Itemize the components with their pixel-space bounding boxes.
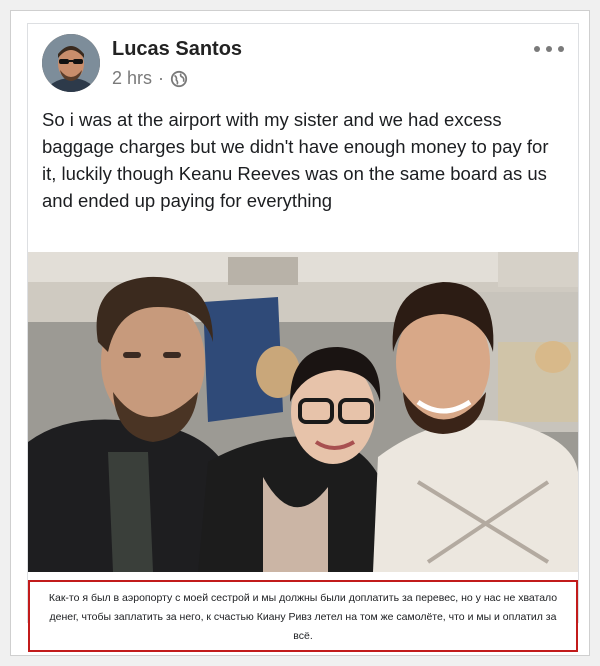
globe-icon[interactable] [170,70,188,88]
post-meta: 2 hrs · [112,68,188,89]
author-avatar[interactable] [42,34,100,92]
screenshot-frame: Lucas Santos 2 hrs · So i was at the air… [10,10,590,656]
post-text: So i was at the airport with my sister a… [42,109,549,211]
meta-separator: · [158,68,165,88]
airplane-cabin-photo [28,252,578,572]
more-options-icon[interactable] [534,42,564,56]
facebook-post: Lucas Santos 2 hrs · So i was at the air… [27,23,579,652]
author-name[interactable]: Lucas Santos [112,38,242,61]
post-photo[interactable] [28,252,578,572]
translation-caption: Как-то я был в аэропорту с моей сестрой … [28,580,578,652]
avatar-image [42,34,100,92]
post-time[interactable]: 2 hrs [112,68,152,89]
